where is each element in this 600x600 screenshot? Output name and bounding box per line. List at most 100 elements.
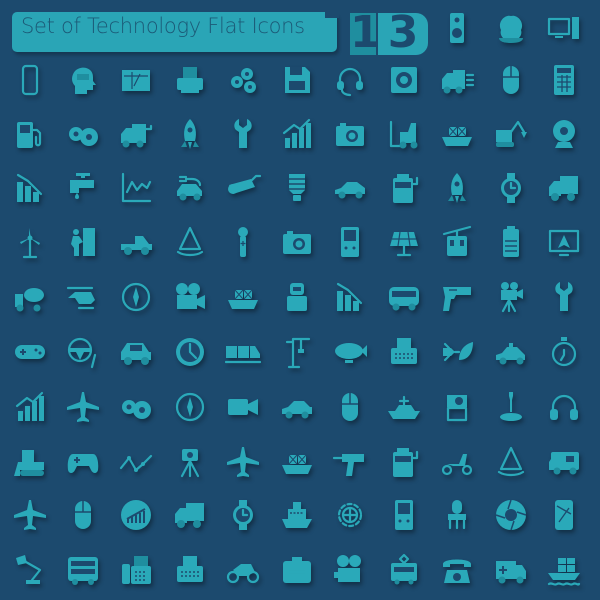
tram-icon	[382, 548, 426, 592]
train-icon-glyph	[225, 346, 261, 364]
mouse-icon-glyph	[503, 66, 519, 94]
wrench-icon-glyph	[555, 282, 573, 311]
airship-icon-glyph	[335, 343, 367, 363]
mouse-icon	[61, 493, 105, 537]
floppy-disk-icon-glyph	[285, 67, 310, 93]
typewriter-icon	[382, 330, 426, 374]
delivery-truck-icon	[435, 58, 479, 102]
pickup-truck-icon-glyph	[121, 236, 152, 255]
truck-icon	[542, 166, 586, 210]
container-ship-icon-glyph	[547, 558, 581, 586]
steering-wheel-icon-glyph	[67, 337, 97, 369]
chart-growth-icon	[8, 385, 52, 429]
tram-icon-glyph	[391, 553, 417, 585]
electric-truck-icon-glyph	[121, 124, 153, 148]
robot-icon	[275, 275, 319, 319]
chart-decline-icon-glyph	[336, 282, 363, 311]
game-controller-icon-glyph	[67, 454, 99, 473]
motorcycle-icon-glyph	[226, 564, 260, 584]
telephone-icon-glyph	[443, 559, 471, 583]
gears-icon	[61, 112, 105, 156]
sedan-car-icon-glyph	[335, 182, 365, 199]
airplane-icon	[221, 440, 265, 484]
gamepad-icon	[8, 330, 52, 374]
map-icon	[114, 58, 158, 102]
crane-icon-glyph	[285, 337, 311, 369]
camera-tripod-icon	[168, 440, 212, 484]
film-projector-icon	[328, 548, 372, 592]
pickup-truck-icon	[114, 220, 158, 264]
audio-speaker-icon	[382, 58, 426, 102]
bulldozer-icon	[8, 440, 52, 484]
truck-icon	[168, 493, 212, 537]
chart-circle-icon	[114, 493, 158, 537]
bus-icon	[382, 275, 426, 319]
sailboat-icon-glyph	[497, 446, 525, 477]
container-ship-icon	[542, 548, 586, 592]
gears-icon	[114, 385, 158, 429]
airplane-icon-glyph	[227, 447, 259, 477]
camera-icon-glyph	[336, 123, 364, 146]
film-projector-icon-glyph	[334, 555, 361, 582]
plug-leaf-icon	[435, 330, 479, 374]
chart-circle-icon-glyph	[121, 500, 151, 530]
camera-tripod-icon-glyph	[180, 449, 200, 478]
battery-icon	[489, 220, 533, 264]
wind-turbine-icon	[8, 220, 52, 264]
drill-icon	[328, 440, 372, 484]
cargo-ship-icon-glyph	[228, 289, 258, 309]
webcam-icon-glyph	[553, 120, 575, 148]
gps-monitor-icon	[542, 220, 586, 264]
crane-icon	[275, 330, 319, 374]
rocket-icon	[435, 166, 479, 210]
yacht-icon	[382, 385, 426, 429]
camera-icon	[328, 112, 372, 156]
chart-growth-icon-glyph	[15, 391, 44, 421]
wristwatch-icon-glyph	[233, 500, 253, 530]
drill-icon-glyph	[332, 454, 364, 476]
wristwatch-icon	[221, 493, 265, 537]
movie-camera-icon-glyph	[176, 283, 205, 309]
car-icon	[275, 385, 319, 429]
joystick-icon	[489, 385, 533, 429]
chart-growth-icon	[275, 112, 319, 156]
headset-icon-glyph	[337, 67, 363, 97]
desk-lamp-icon	[8, 548, 52, 592]
yacht-icon-glyph	[388, 395, 420, 419]
ambulance-icon	[489, 548, 533, 592]
airplane-icon-glyph	[14, 500, 46, 530]
suv-icon	[114, 330, 158, 374]
chart-growth-icon-glyph	[282, 118, 311, 148]
gear-wheel-icon	[328, 493, 372, 537]
computer-icon-glyph	[547, 17, 579, 39]
headphones-icon	[542, 385, 586, 429]
wristwatch-icon	[489, 166, 533, 210]
stopwatch-icon	[542, 330, 586, 374]
fuel-pump-icon	[8, 112, 52, 156]
helicopter-icon	[61, 275, 105, 319]
scooter-icon	[435, 440, 479, 484]
cargo-ship-icon-glyph	[282, 454, 312, 474]
typewriter-icon	[168, 548, 212, 592]
chart-decline-icon-glyph	[16, 173, 43, 202]
vr-controller-icon-glyph	[238, 227, 248, 257]
mouse-icon	[489, 58, 533, 102]
security-camera-icon	[221, 166, 265, 210]
instant-camera-icon	[435, 385, 479, 429]
typewriter-icon-glyph	[391, 338, 417, 364]
handheld-console-icon	[382, 493, 426, 537]
instant-camera-icon-glyph	[446, 395, 468, 422]
slot-machine-icon	[382, 166, 426, 210]
electric-truck-icon	[114, 112, 158, 156]
typewriter-icon-glyph	[177, 556, 203, 582]
chart-decline-icon	[8, 166, 52, 210]
gears-icon-glyph	[69, 127, 98, 146]
gear-wheel-icon-glyph	[337, 502, 363, 528]
movie-camera-icon	[168, 275, 212, 319]
mouse-icon-glyph	[75, 501, 91, 529]
light-bulb-icon	[275, 166, 319, 210]
camera-icon	[275, 220, 319, 264]
airplane-icon-glyph	[67, 392, 99, 422]
truck-icon-glyph	[549, 176, 578, 201]
brain-icon	[489, 6, 533, 50]
